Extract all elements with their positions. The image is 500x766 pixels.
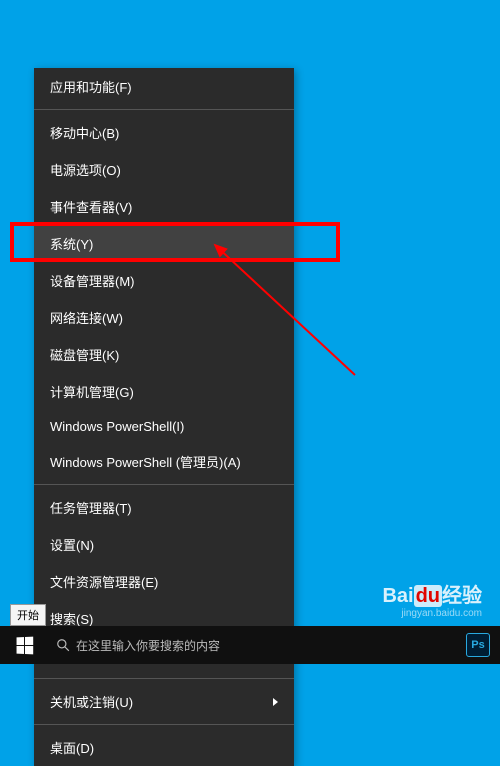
start-button[interactable]: [0, 626, 48, 664]
watermark-brand-suffix: du: [414, 585, 442, 607]
menu-label: 移动中心(B): [50, 123, 119, 142]
taskbar-search[interactable]: 在这里输入你要搜索的内容: [48, 637, 228, 654]
menu-item-system[interactable]: 系统(Y): [34, 225, 294, 262]
menu-label: 电源选项(O): [50, 160, 121, 179]
menu-separator: [34, 109, 294, 110]
menu-item-device-manager[interactable]: 设备管理器(M): [34, 262, 294, 299]
menu-item-file-explorer[interactable]: 文件资源管理器(E): [34, 563, 294, 600]
watermark-brand-suffix2: 经验: [442, 585, 482, 607]
menu-separator: [34, 484, 294, 485]
menu-label: 计算机管理(G): [50, 382, 134, 401]
menu-label: 事件查看器(V): [50, 197, 132, 216]
menu-item-powershell[interactable]: Windows PowerShell(I): [34, 410, 294, 443]
menu-item-shutdown-signout[interactable]: 关机或注销(U): [34, 683, 294, 720]
system-tray: Ps: [456, 626, 500, 664]
menu-item-mobility-center[interactable]: 移动中心(B): [34, 114, 294, 151]
menu-item-event-viewer[interactable]: 事件查看器(V): [34, 188, 294, 225]
menu-item-settings[interactable]: 设置(N): [34, 526, 294, 563]
menu-label: 磁盘管理(K): [50, 345, 119, 364]
photoshop-taskbar-icon[interactable]: Ps: [466, 633, 490, 657]
menu-item-network-connections[interactable]: 网络连接(W): [34, 299, 294, 336]
menu-label: 任务管理器(T): [50, 498, 132, 517]
menu-item-apps-features[interactable]: 应用和功能(F): [34, 68, 294, 105]
menu-item-power-options[interactable]: 电源选项(O): [34, 151, 294, 188]
menu-item-desktop[interactable]: 桌面(D): [34, 729, 294, 766]
menu-label: 设备管理器(M): [50, 271, 135, 290]
menu-label: 系统(Y): [50, 234, 93, 253]
menu-label: Windows PowerShell(I): [50, 419, 184, 434]
menu-label: 应用和功能(F): [50, 77, 132, 96]
ps-label: Ps: [471, 639, 484, 651]
menu-item-computer-management[interactable]: 计算机管理(G): [34, 373, 294, 410]
start-tooltip: 开始: [10, 604, 46, 626]
menu-label: 文件资源管理器(E): [50, 572, 158, 591]
watermark: Baidu经验 jingyan.baidu.com: [382, 584, 482, 620]
watermark-brand-prefix: Bai: [382, 585, 413, 607]
menu-label: Windows PowerShell (管理员)(A): [50, 452, 241, 471]
taskbar: 在这里输入你要搜索的内容: [0, 626, 500, 664]
menu-label: 关机或注销(U): [50, 692, 133, 711]
search-placeholder: 在这里输入你要搜索的内容: [76, 637, 220, 654]
menu-separator: [34, 724, 294, 725]
menu-item-disk-management[interactable]: 磁盘管理(K): [34, 336, 294, 373]
search-icon: [56, 638, 70, 652]
watermark-sub: jingyan.baidu.com: [382, 608, 482, 620]
menu-label: 网络连接(W): [50, 308, 123, 327]
menu-separator: [34, 678, 294, 679]
menu-label: 桌面(D): [50, 738, 94, 757]
menu-item-powershell-admin[interactable]: Windows PowerShell (管理员)(A): [34, 443, 294, 480]
menu-label: 设置(N): [50, 535, 94, 554]
menu-item-task-manager[interactable]: 任务管理器(T): [34, 489, 294, 526]
chevron-right-icon: [273, 698, 278, 706]
windows-logo-icon: [16, 636, 33, 654]
